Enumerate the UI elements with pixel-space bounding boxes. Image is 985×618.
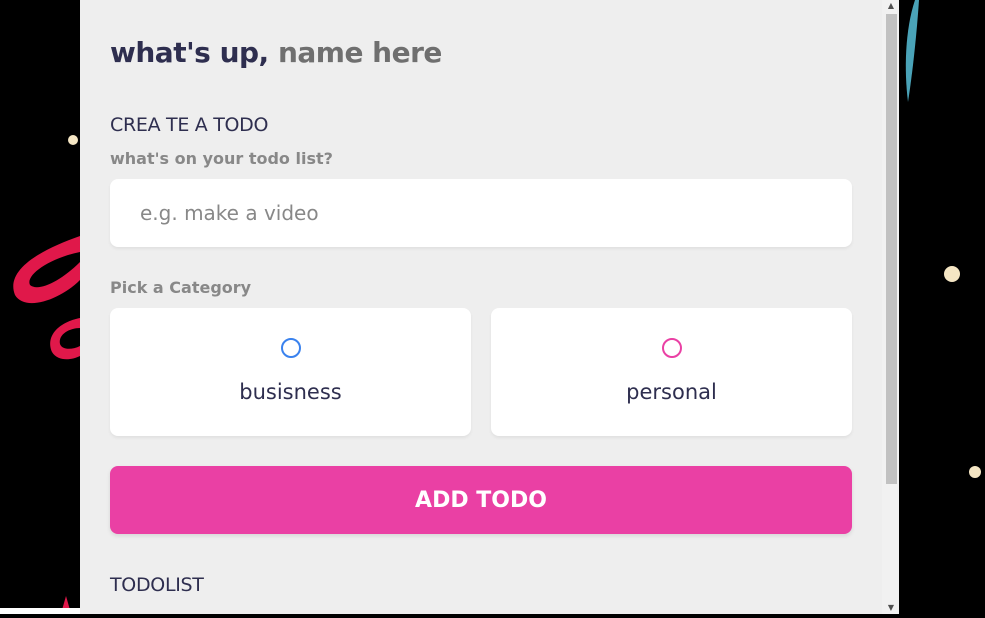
cream-dot-decoration <box>68 135 78 145</box>
right-decoration <box>899 0 985 614</box>
vertical-scrollbar[interactable]: ▲ ▼ <box>882 0 899 614</box>
category-label: Pick a Category <box>110 278 252 297</box>
todolist-title: TODOLIST <box>110 574 204 596</box>
create-todo-title: CREA TE A TODO <box>110 114 269 136</box>
cream-dot-decoration <box>944 266 960 282</box>
cream-dot-decoration <box>969 466 981 478</box>
scroll-thumb[interactable] <box>886 14 897 484</box>
todo-input[interactable] <box>110 179 852 247</box>
category-option-business[interactable]: busisness <box>110 308 471 436</box>
radio-bubble-icon[interactable] <box>661 338 682 358</box>
category-label-personal: personal <box>626 380 717 404</box>
red-ribbon-decoration <box>13 236 80 610</box>
greeting-heading: what's up, name here <box>110 36 442 69</box>
teal-leaf-decoration <box>905 0 919 102</box>
add-todo-button[interactable]: ADD TODO <box>110 466 852 534</box>
radio-bubble-icon[interactable] <box>280 338 301 358</box>
background-decoration <box>0 0 80 614</box>
todo-question-label: what's on your todo list? <box>110 149 333 168</box>
category-label-business: busisness <box>239 380 342 404</box>
category-option-personal[interactable]: personal <box>491 308 852 436</box>
todo-app-panel: what's up, name here CREA TE A TODO what… <box>80 0 899 614</box>
scroll-down-arrow-icon[interactable]: ▼ <box>886 603 896 613</box>
name-placeholder-text[interactable]: name here <box>278 36 442 69</box>
scroll-up-arrow-icon[interactable]: ▲ <box>886 1 896 11</box>
greeting-text: what's up, <box>110 36 269 69</box>
